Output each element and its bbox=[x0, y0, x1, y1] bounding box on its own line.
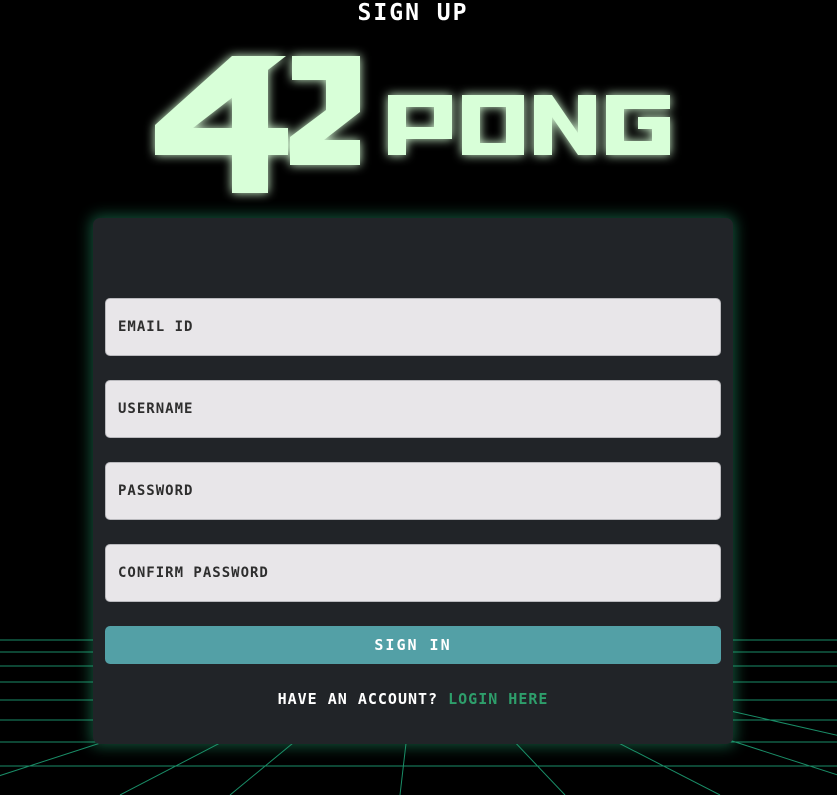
have-account-text: HAVE AN ACCOUNT? bbox=[277, 690, 449, 708]
confirm-password-input[interactable] bbox=[105, 544, 721, 602]
password-input[interactable] bbox=[105, 462, 721, 520]
signup-card: SIGN UP SIGN IN HAVE AN ACCOUNT? LOGIN H… bbox=[93, 0, 733, 744]
login-prompt: HAVE AN ACCOUNT? LOGIN HERE bbox=[93, 690, 733, 708]
logo bbox=[155, 56, 670, 193]
sign-in-button[interactable]: SIGN IN bbox=[105, 626, 721, 664]
login-here-link[interactable]: LOGIN HERE bbox=[448, 690, 548, 708]
form-title: SIGN UP bbox=[357, 0, 469, 26]
username-input[interactable] bbox=[105, 380, 721, 438]
email-input[interactable] bbox=[105, 298, 721, 356]
